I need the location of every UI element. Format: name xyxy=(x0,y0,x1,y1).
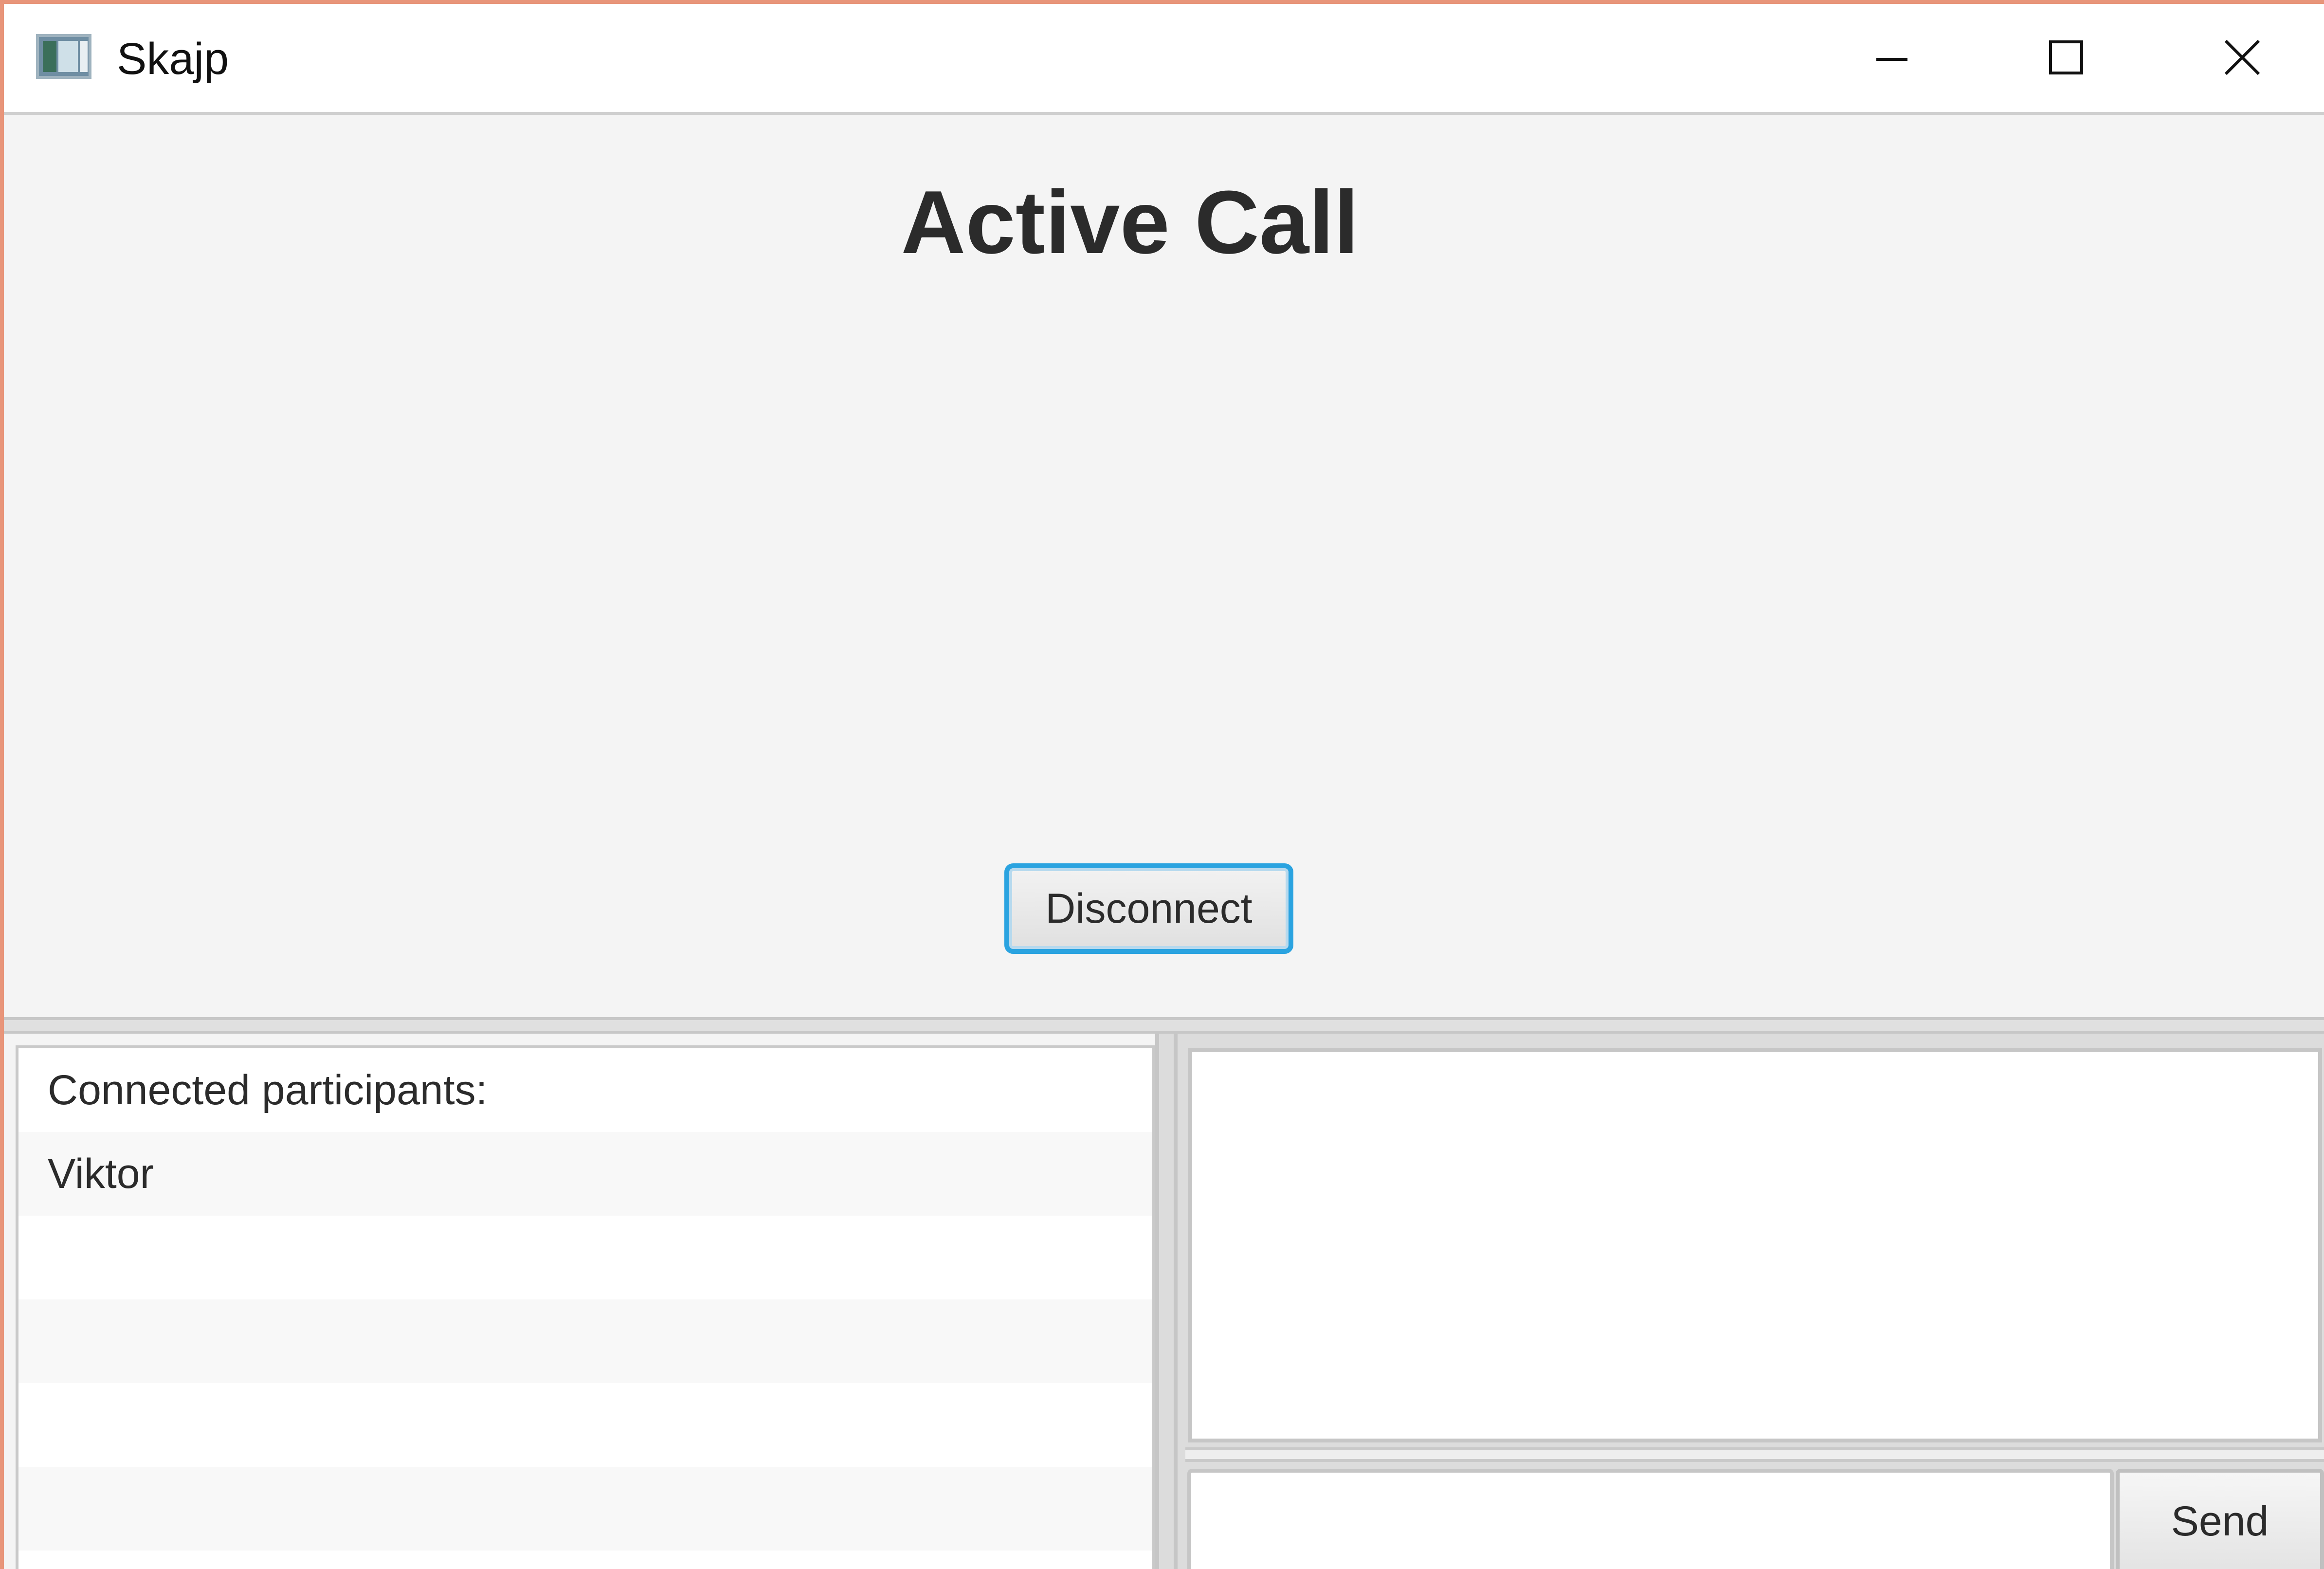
list-item-empty xyxy=(18,1467,1152,1551)
message-input[interactable] xyxy=(1187,1469,2114,1569)
window-title: Skajp xyxy=(117,34,229,84)
app-icon xyxy=(36,34,91,79)
app-window: Skajp Active Call Disconnect Connected p… xyxy=(0,0,2324,1569)
list-item-empty xyxy=(18,1216,1152,1299)
minimize-button[interactable] xyxy=(1858,23,1926,91)
list-item[interactable]: Viktor xyxy=(18,1132,1152,1216)
title-bar[interactable]: Skajp xyxy=(4,4,2324,115)
close-icon xyxy=(2224,39,2260,75)
chat-split-divider[interactable] xyxy=(1185,1447,2324,1462)
chat-log[interactable] xyxy=(1188,1048,2322,1442)
participants-list[interactable]: Connected participants: Viktor xyxy=(16,1045,1155,1569)
participants-header: Connected participants: xyxy=(48,1067,488,1113)
split-divider-vertical[interactable] xyxy=(1155,1034,1178,1569)
list-item-empty xyxy=(18,1299,1152,1383)
page-title: Active Call xyxy=(901,172,1359,272)
minimize-icon xyxy=(1876,58,1907,61)
maximize-icon xyxy=(2049,40,2083,74)
maximize-button[interactable] xyxy=(2032,23,2100,91)
disconnect-button[interactable]: Disconnect xyxy=(1004,863,1293,954)
call-panel: Active Call Disconnect xyxy=(4,115,2324,1020)
chat-panel: Send xyxy=(1178,1034,2324,1569)
split-divider-horizontal[interactable] xyxy=(4,1017,2324,1034)
send-button[interactable]: Send xyxy=(2116,1469,2324,1569)
list-item-empty xyxy=(18,1383,1152,1467)
close-button[interactable] xyxy=(2208,23,2276,91)
